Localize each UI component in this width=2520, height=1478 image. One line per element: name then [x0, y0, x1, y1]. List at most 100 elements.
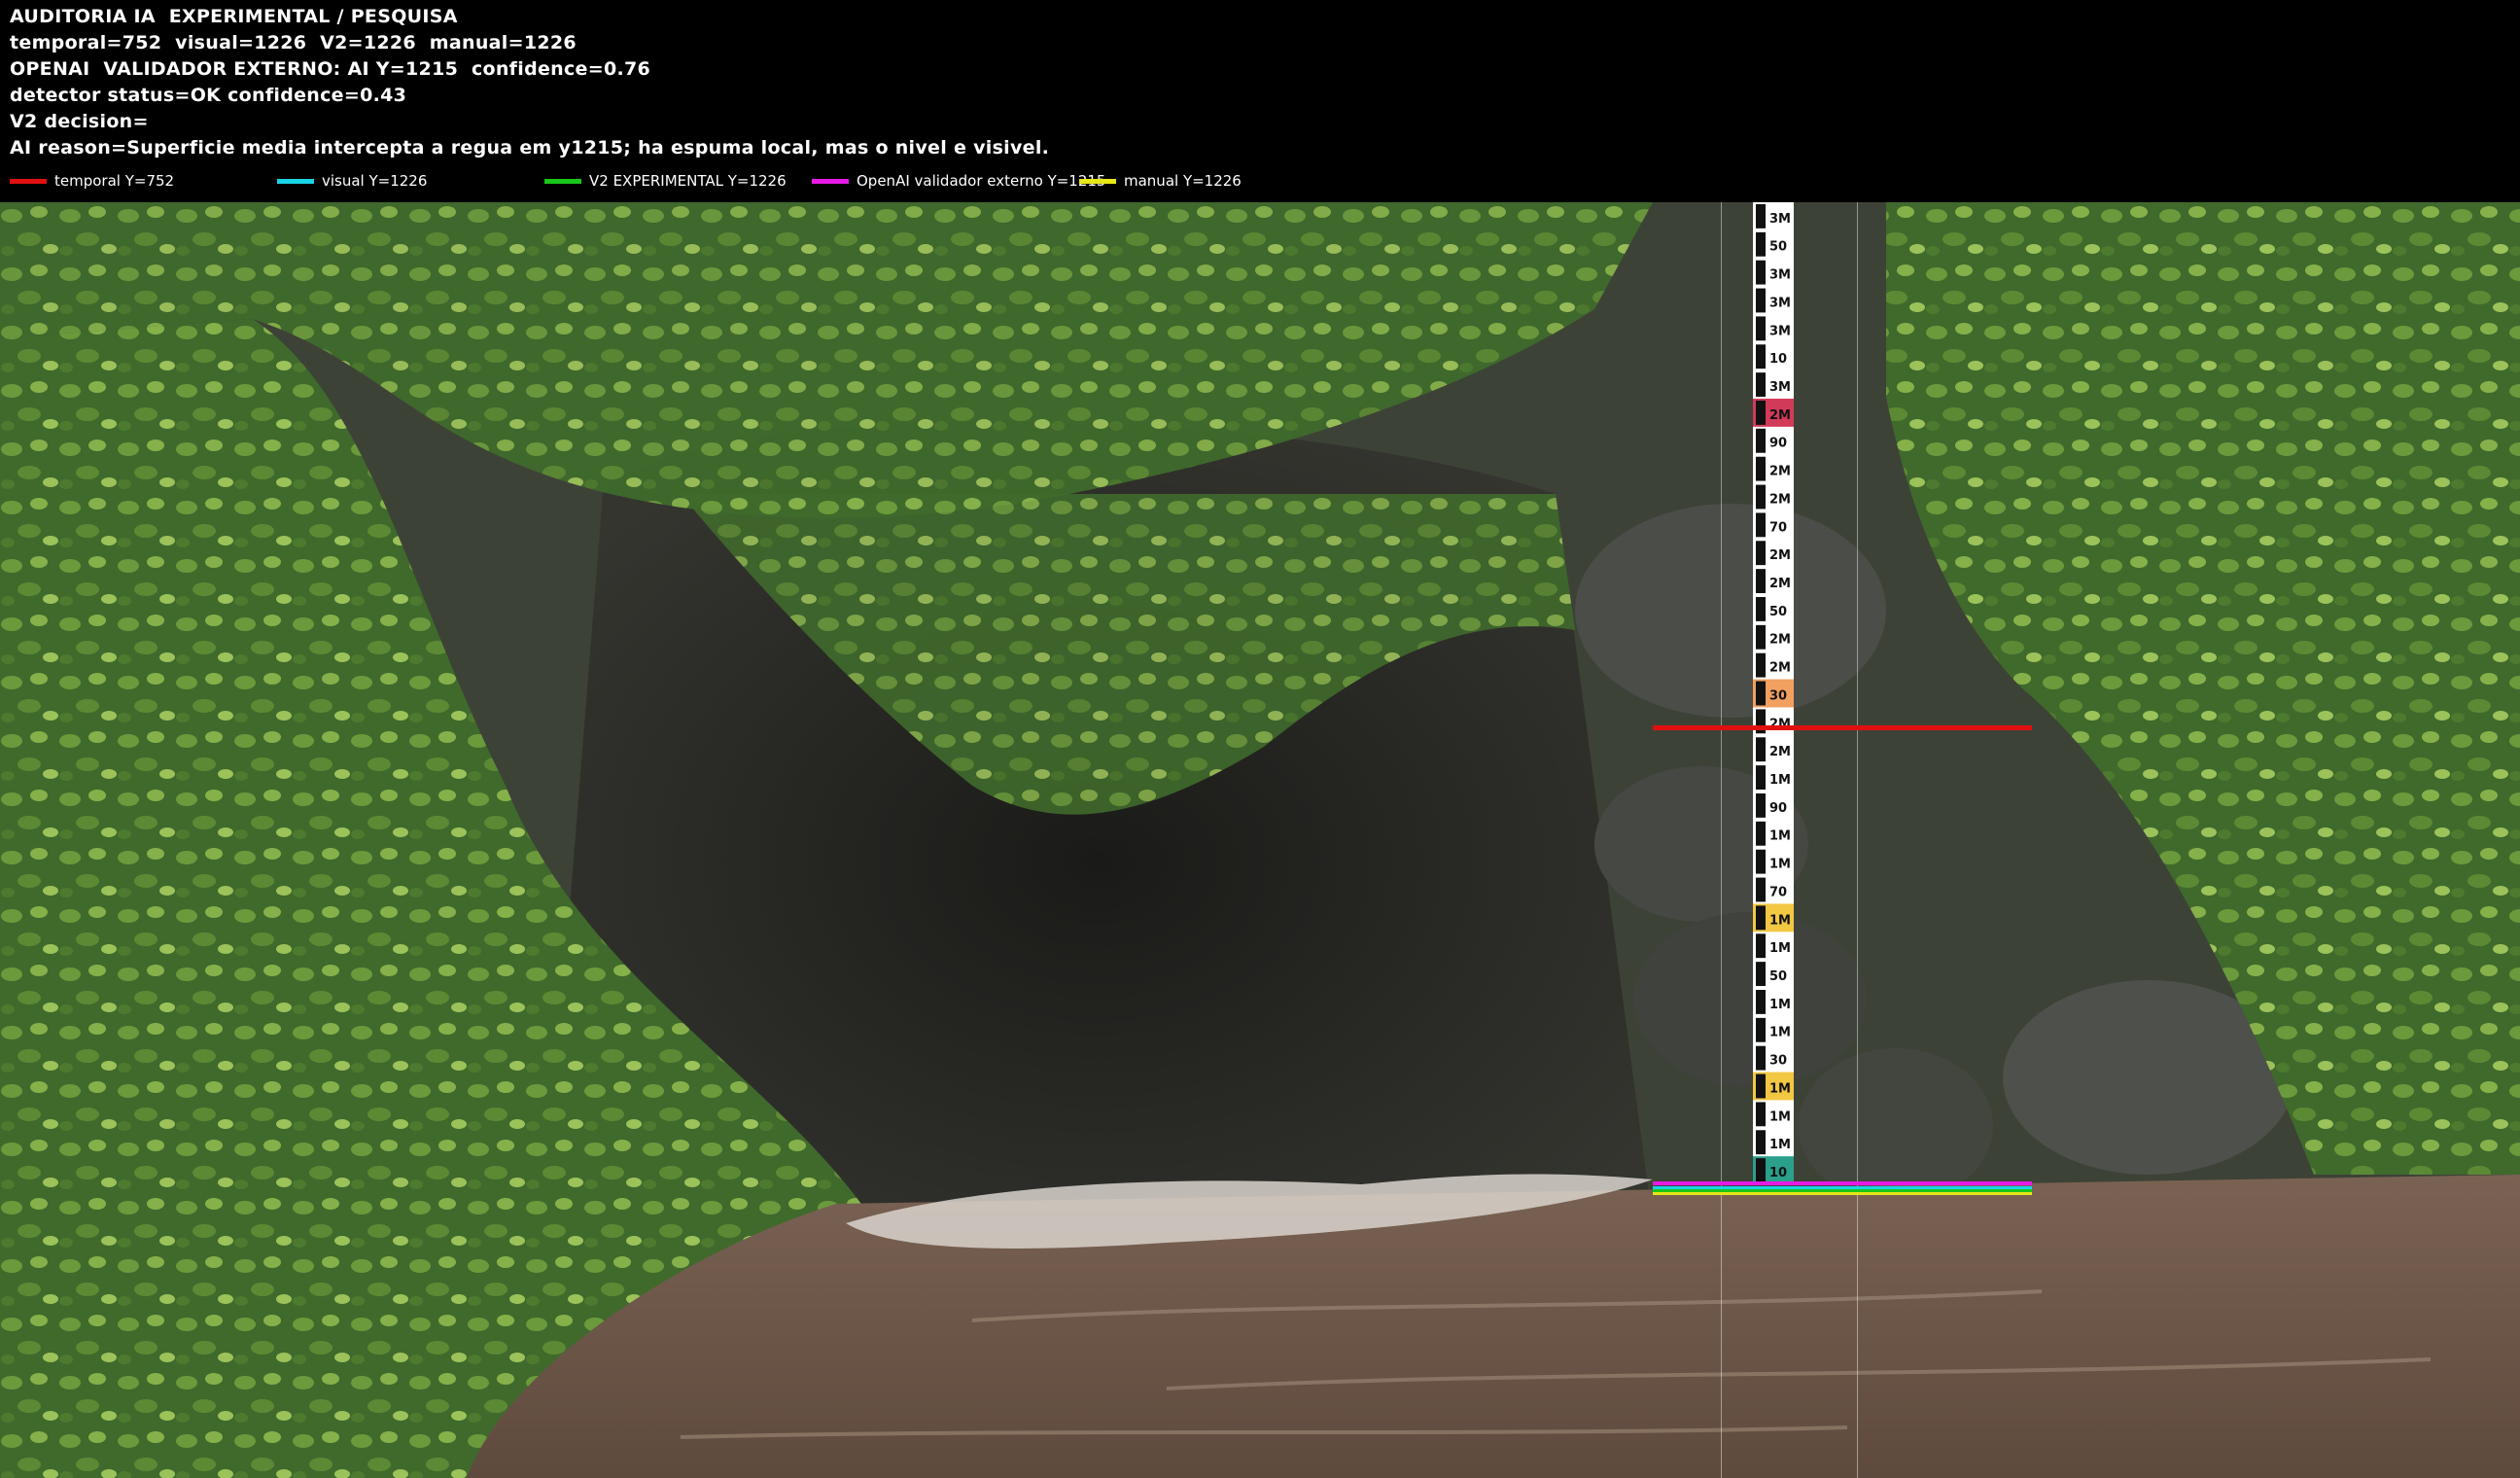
gauge-tick-mark: [1756, 990, 1766, 1014]
manual-level-line: [1653, 1192, 2032, 1195]
gauge-tick-mark: [1756, 793, 1766, 818]
gauge-label: 50: [1769, 240, 1787, 255]
hud-ai-reason: AI reason=Superficie media intercepta a …: [10, 137, 1050, 158]
gauge-tick-mark: [1756, 905, 1766, 931]
gauge-tick-mark: [1756, 1045, 1766, 1071]
gauge-label: 2M: [1769, 408, 1791, 423]
gauge-tick-mark: [1756, 260, 1766, 285]
gauge-label: 1M: [1769, 1138, 1791, 1152]
legend-label: V2 EXPERIMENTAL Y=1226: [589, 172, 787, 190]
gauge-tick-mark: [1756, 933, 1766, 959]
camera-frame: 3M503M3M3M103M2M902M2M702M2M502M2M302M2M…: [0, 202, 2520, 1478]
staff-gauge: 3M503M3M3M103M2M902M2M702M2M502M2M302M2M…: [1753, 202, 1794, 1184]
gauge-label: 1M: [1769, 858, 1791, 872]
gauge-label: 90: [1769, 801, 1787, 816]
gauge-label: 50: [1769, 969, 1787, 984]
gauge-tick-mark: [1756, 765, 1766, 790]
gauge-tick-mark: [1756, 1073, 1766, 1099]
legend-swatch: [277, 178, 314, 184]
gauge-label: 1M: [1769, 941, 1791, 956]
hud-openai-validator: OPENAI VALIDADOR EXTERNO: AI Y=1215 conf…: [10, 58, 651, 80]
gauge-tick-mark: [1756, 624, 1766, 650]
vertical-guide-left: [1721, 202, 1722, 1478]
gauge-tick-mark: [1756, 1017, 1766, 1042]
legend-temporal: temporal Y=752: [10, 169, 174, 193]
gauge-label: 2M: [1769, 661, 1791, 676]
gauge-label: 1M: [1769, 998, 1791, 1012]
gauge-tick-mark: [1756, 1130, 1766, 1155]
openai-level-line: [1653, 1181, 2032, 1185]
gauge-label: 10: [1769, 352, 1787, 367]
boulder: [1575, 504, 1886, 718]
gauge-label: 3M: [1769, 212, 1791, 227]
gauge-label: 3M: [1769, 324, 1791, 338]
legend-swatch: [544, 178, 581, 184]
gauge-tick-mark: [1756, 1158, 1766, 1182]
gauge-tick-mark: [1756, 456, 1766, 481]
legend-openai: OpenAI validador externo Y=1215: [812, 169, 1105, 193]
gauge-tick-mark: [1756, 204, 1766, 229]
gauge-label: 10: [1769, 1166, 1787, 1180]
gauge-tick-mark: [1756, 512, 1766, 538]
gauge-label: 1M: [1769, 829, 1791, 844]
gauge-tick-mark: [1756, 849, 1766, 874]
gauge-label: 1M: [1769, 1081, 1791, 1096]
gauge-label: 3M: [1769, 296, 1791, 310]
legend-label: manual Y=1226: [1124, 172, 1242, 190]
gauge-tick-mark: [1756, 316, 1766, 341]
gauge-tick-mark: [1756, 877, 1766, 902]
temporal-level-line: [1653, 725, 2032, 730]
gauge-tick-mark: [1756, 428, 1766, 453]
gauge-tick-mark: [1756, 401, 1766, 425]
gauge-tick-mark: [1756, 288, 1766, 313]
gauge-label: 1M: [1769, 1026, 1791, 1040]
gauge-tick-mark: [1756, 372, 1766, 397]
legend-swatch: [10, 178, 47, 184]
gauge-label: 1M: [1769, 913, 1791, 928]
gauge-label: 2M: [1769, 577, 1791, 591]
hud-v2-decision: V2 decision=: [10, 111, 149, 132]
gauge-tick-mark: [1756, 652, 1766, 678]
hud-levels: temporal=752 visual=1226 V2=1226 manual=…: [10, 32, 577, 53]
hud-title: AUDITORIA IA EXPERIMENTAL / PESQUISA: [10, 6, 458, 27]
legend-visual: visual Y=1226: [277, 169, 427, 193]
gauge-tick-mark: [1756, 597, 1766, 621]
gauge-tick-mark: [1756, 681, 1766, 706]
gauge-label: 2M: [1769, 492, 1791, 507]
gauge-label: 3M: [1769, 380, 1791, 395]
gauge-tick-mark: [1756, 231, 1766, 257]
hud-panel: AUDITORIA IA EXPERIMENTAL / PESQUISA tem…: [0, 0, 2520, 202]
gauge-label: 70: [1769, 520, 1787, 535]
gauge-label: 2M: [1769, 465, 1791, 479]
legend-label: OpenAI validador externo Y=1215: [857, 172, 1106, 190]
boulder: [1633, 912, 1867, 1087]
legend-swatch: [812, 178, 849, 184]
legend-v2-experimental: V2 EXPERIMENTAL Y=1226: [544, 169, 787, 193]
vertical-guide-right: [1857, 202, 1858, 1478]
gauge-label: 1M: [1769, 773, 1791, 788]
gauge-tick-mark: [1756, 821, 1766, 846]
gauge-tick-mark: [1756, 962, 1766, 986]
gauge-label: 1M: [1769, 1109, 1791, 1124]
hud-detector-status: detector status=OK confidence=0.43: [10, 85, 407, 106]
gauge-label: 2M: [1769, 548, 1791, 563]
gauge-label: 2M: [1769, 745, 1791, 759]
gauge-tick-mark: [1756, 569, 1766, 593]
gauge-tick-mark: [1756, 484, 1766, 510]
gauge-label: 70: [1769, 885, 1787, 899]
legend-label: temporal Y=752: [54, 172, 175, 190]
gauge-label: 30: [1769, 1054, 1787, 1069]
legend-manual: manual Y=1226: [1079, 169, 1242, 193]
legend-swatch: [1079, 178, 1116, 184]
gauge-label: 3M: [1769, 268, 1791, 283]
gauge-tick-mark: [1756, 737, 1766, 762]
gauge-label: 30: [1769, 688, 1787, 703]
gauge-tick-mark: [1756, 541, 1766, 566]
gauge-label: 50: [1769, 605, 1787, 619]
gauge-tick-mark: [1756, 344, 1766, 370]
boulder: [1799, 1048, 1993, 1204]
gauge-label: 90: [1769, 437, 1787, 451]
legend-label: visual Y=1226: [322, 172, 428, 190]
gauge-label: 2M: [1769, 633, 1791, 648]
gauge-tick-mark: [1756, 1102, 1766, 1127]
